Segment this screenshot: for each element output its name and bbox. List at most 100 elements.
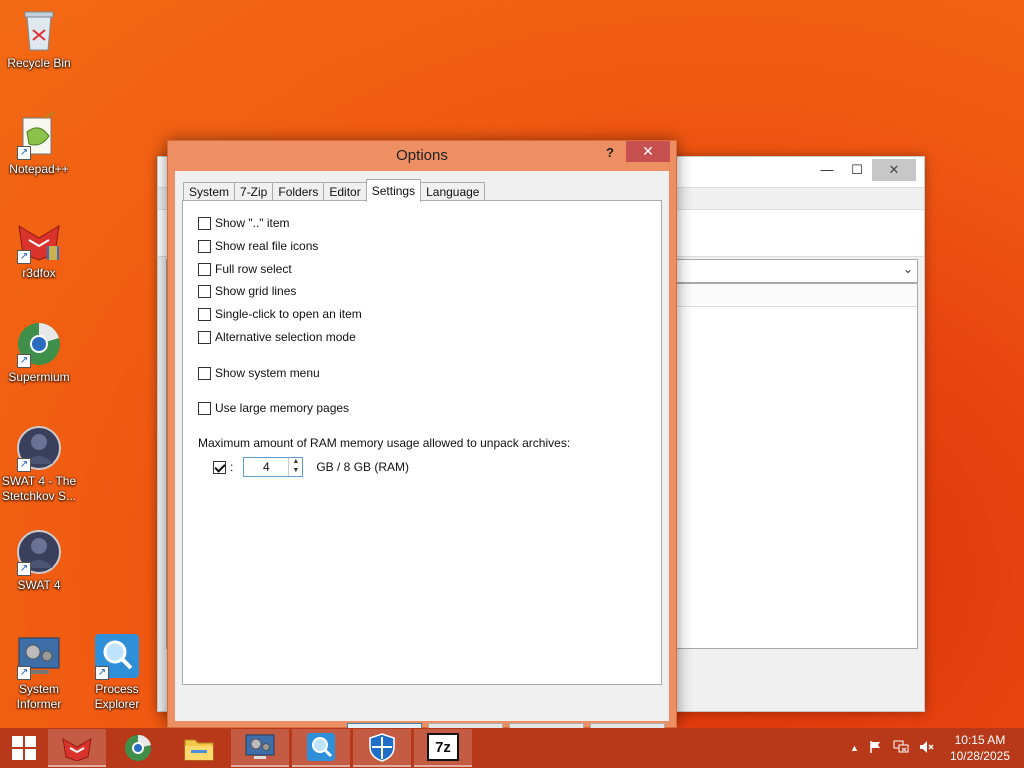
large-pages-checkbox[interactable] — [198, 401, 211, 415]
desktop-icon-label: Process Explorer — [94, 682, 140, 711]
alt-selection-checkbox[interactable] — [198, 330, 211, 344]
tab-settings[interactable]: Settings — [365, 179, 422, 202]
ram-limit-label: Maximum amount of RAM memory usage allow… — [198, 436, 571, 450]
real-file-icons-checkbox[interactable] — [198, 239, 211, 253]
dialog-title: Options — [396, 147, 448, 164]
shortcut-arrow-icon: ↗ — [17, 146, 31, 160]
tab-strip: System 7-Zip Folders Editor Settings Lan… — [183, 179, 486, 202]
minimize-button[interactable]: — — [812, 159, 842, 181]
grid-lines-checkbox[interactable] — [198, 284, 211, 298]
clock[interactable]: 10:15 AM 10/28/2025 — [950, 732, 1010, 764]
checkbox-label: Use large memory pages — [215, 401, 350, 415]
clock-time: 10:15 AM — [954, 733, 1006, 747]
system-tray: ▲ 10:15 AM 10/28/2025 — [845, 728, 1024, 768]
process-explorer-icon — [307, 733, 335, 761]
process-explorer-icon: ↗ — [93, 632, 141, 680]
network-icon[interactable] — [893, 740, 909, 757]
taskbar-process-explorer[interactable] — [292, 729, 350, 767]
checkbox-label: Show ".." item — [215, 216, 290, 230]
taskbar-system-informer[interactable] — [231, 729, 289, 767]
recycle-bin-icon — [15, 6, 63, 54]
taskbar-seven-zip[interactable]: 7z — [414, 729, 472, 767]
desktop-icon-system-informer[interactable]: ↗ System Informer — [1, 632, 77, 712]
desktop-icon-recycle-bin[interactable]: Recycle Bin — [1, 6, 77, 71]
checkbox-label: Show real file icons — [215, 239, 319, 253]
volume-muted-icon[interactable] — [919, 740, 935, 757]
desktop-icon-label: System Informer — [16, 682, 62, 711]
desktop-icon-swat4-tss[interactable]: ↗ SWAT 4 - The Stetchkov S... — [1, 424, 77, 504]
checkbox-label: Full row select — [215, 262, 292, 276]
swat4-icon: ↗ — [15, 528, 63, 576]
tab-7zip[interactable]: 7-Zip — [234, 182, 274, 202]
desktop-icon-supermium[interactable]: ↗ Supermium — [1, 320, 77, 385]
tab-language[interactable]: Language — [420, 182, 486, 202]
tab-system[interactable]: System — [183, 182, 236, 202]
supermium-icon — [125, 734, 151, 761]
desktop-icon-label: r3dfox — [22, 266, 56, 280]
ram-limit-spinner[interactable]: 4 ▲ ▼ — [243, 457, 304, 477]
full-row-select-checkbox[interactable] — [198, 262, 211, 276]
checkbox-row-grid-lines[interactable]: Show grid lines — [198, 284, 296, 298]
shortcut-arrow-icon: ↗ — [95, 666, 109, 680]
checkbox-row-large-pages[interactable]: Use large memory pages — [198, 401, 349, 415]
maximize-button[interactable]: ☐ — [842, 159, 872, 181]
chevron-down-icon[interactable]: ⌄ — [903, 262, 913, 276]
checkbox-row-real-icons[interactable]: Show real file icons — [198, 239, 318, 253]
desktop-icon-label: SWAT 4 — [17, 578, 61, 592]
checkbox-row-full-row[interactable]: Full row select — [198, 262, 292, 276]
system-informer-icon: ↗ — [15, 632, 63, 680]
settings-panel: Show ".." item Show real file icons Full… — [182, 200, 662, 685]
close-button[interactable]: ✕ — [872, 159, 916, 181]
system-informer-icon — [245, 734, 275, 759]
taskbar-r3dfox[interactable] — [48, 729, 106, 767]
seven-zip-icon: 7z — [427, 733, 459, 761]
seven-zip-icon-text: 7z — [435, 738, 451, 756]
taskbar: 7z ▲ 10:15 AM 10/28/2025 — [0, 728, 1024, 768]
taskbar-file-explorer[interactable] — [170, 729, 228, 767]
ram-limit-value[interactable]: 4 — [244, 458, 288, 476]
help-question-button[interactable]: ? — [606, 145, 614, 160]
notepadpp-icon: ↗ — [15, 108, 63, 160]
action-center-flag-icon[interactable] — [869, 740, 883, 757]
tab-editor[interactable]: Editor — [323, 182, 367, 202]
desktop-icon-r3dfox[interactable]: ↗ r3dfox — [1, 216, 77, 281]
show-dotdot-checkbox[interactable] — [198, 216, 211, 230]
windows-defender-icon — [369, 733, 395, 762]
system-menu-checkbox[interactable] — [198, 366, 211, 380]
checkbox-row-show-dotdot[interactable]: Show ".." item — [198, 216, 290, 230]
checkbox-label: Alternative selection mode — [215, 330, 356, 344]
show-hidden-icons-chevron-icon[interactable]: ▲ — [850, 743, 859, 753]
ram-unit-label: GB / 8 GB (RAM) — [316, 460, 410, 474]
desktop-icon-label: Supermium — [8, 370, 70, 384]
taskbar-supermium[interactable] — [109, 729, 167, 767]
clock-date: 10/28/2025 — [949, 749, 1010, 763]
start-button[interactable] — [0, 728, 48, 768]
desktop-icon-process-explorer[interactable]: ↗ Process Explorer — [79, 632, 155, 712]
ram-limit-row: : 4 ▲ ▼ GB / 8 GB (RAM) — [213, 457, 409, 477]
desktop-icon-swat4[interactable]: ↗ SWAT 4 — [1, 528, 77, 593]
desktop-icon-label: Notepad++ — [9, 162, 69, 176]
checkbox-row-single-click[interactable]: Single-click to open an item — [198, 307, 362, 321]
windows-logo-icon — [12, 736, 36, 760]
checkbox-label: Single-click to open an item — [215, 307, 362, 321]
desktop-icon-notepadpp[interactable]: ↗ Notepad++ — [1, 108, 77, 177]
swat4-tss-icon: ↗ — [15, 424, 63, 472]
spin-down-icon[interactable]: ▼ — [289, 467, 302, 476]
checkbox-row-alt-select[interactable]: Alternative selection mode — [198, 330, 356, 344]
tab-folders[interactable]: Folders — [272, 182, 325, 202]
dialog-close-button[interactable]: ✕ — [626, 141, 670, 162]
options-dialog: Options ? ✕ System 7-Zip Folders Editor … — [167, 140, 677, 745]
ram-limit-checkbox[interactable] — [213, 460, 226, 474]
supermium-icon: ↗ — [15, 320, 63, 368]
single-click-checkbox[interactable] — [198, 307, 211, 321]
checkbox-label: Show grid lines — [215, 284, 297, 298]
file-explorer-icon — [184, 739, 214, 761]
checkbox-row-system-menu[interactable]: Show system menu — [198, 366, 320, 380]
dialog-client: System 7-Zip Folders Editor Settings Lan… — [175, 171, 669, 745]
r3dfox-icon: ↗ — [15, 216, 63, 264]
desktop-icon-label: Recycle Bin — [7, 56, 71, 70]
taskbar-windows-defender[interactable] — [353, 729, 411, 767]
shortcut-arrow-icon: ↗ — [17, 458, 31, 472]
desktop-icon-label: SWAT 4 - The Stetchkov S... — [1, 474, 77, 503]
spin-up-icon[interactable]: ▲ — [289, 458, 302, 467]
